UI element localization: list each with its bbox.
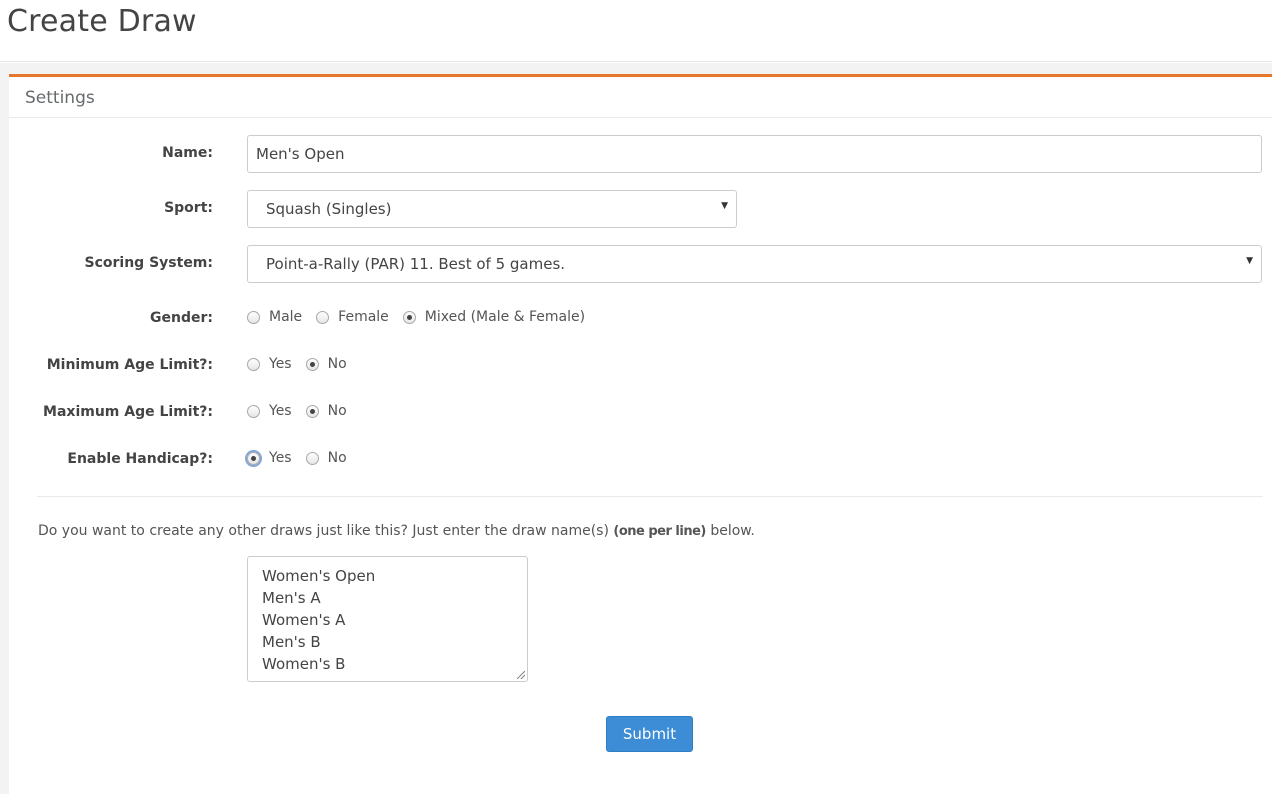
name-input[interactable] bbox=[247, 135, 1262, 173]
scoring-system-select[interactable]: Point-a-Rally (PAR) 11. Best of 5 games.… bbox=[247, 245, 1262, 283]
gender-female-label: Female bbox=[338, 309, 389, 325]
page-header: Create Draw bbox=[0, 0, 1272, 62]
handicap-no-radio[interactable] bbox=[305, 451, 319, 465]
textarea-line: Women's Open bbox=[262, 567, 376, 585]
settings-panel: Settings Name: Sport: Squash (Singles) ▼… bbox=[9, 74, 1272, 794]
textarea-line: Men's B bbox=[262, 633, 321, 651]
page-title: Create Draw bbox=[7, 4, 197, 39]
scoring-system-label: Scoring System: bbox=[84, 255, 213, 271]
other-draws-textarea[interactable]: Women's Open Men's A Women's A Men's B W… bbox=[247, 556, 528, 682]
min-age-yes-label: Yes bbox=[269, 356, 292, 372]
textarea-line: Men's A bbox=[262, 589, 321, 607]
gender-radio-group: Male Female Mixed (Male & Female) bbox=[247, 307, 599, 327]
handicap-yes-label: Yes bbox=[269, 450, 292, 466]
textarea-line: Women's A bbox=[262, 611, 346, 629]
min-age-no-radio[interactable] bbox=[305, 357, 319, 371]
gender-male-radio[interactable] bbox=[247, 310, 260, 324]
max-age-yes-radio[interactable] bbox=[247, 404, 260, 418]
handicap-yes-radio[interactable] bbox=[247, 451, 260, 465]
max-age-no-label: No bbox=[327, 403, 347, 419]
textarea-line: Women's B bbox=[262, 655, 346, 673]
sport-label: Sport: bbox=[164, 200, 213, 216]
gender-mixed-label: Mixed (Male & Female) bbox=[424, 309, 586, 325]
handicap-label: Enable Handicap?: bbox=[67, 451, 213, 467]
chevron-down-icon: ▼ bbox=[1246, 256, 1253, 266]
max-age-label: Maximum Age Limit?: bbox=[43, 404, 213, 420]
name-label: Name: bbox=[162, 145, 213, 161]
help-text-emphasis: (one per line) bbox=[613, 524, 706, 539]
gender-male-label: Male bbox=[269, 309, 303, 325]
help-text-suffix: below. bbox=[710, 523, 755, 539]
page-background bbox=[0, 63, 1272, 74]
resize-handle-icon[interactable] bbox=[517, 671, 525, 679]
chevron-down-icon: ▼ bbox=[721, 201, 728, 211]
min-age-yes-radio[interactable] bbox=[247, 357, 260, 371]
max-age-no-radio[interactable] bbox=[305, 404, 319, 418]
submit-button[interactable]: Submit bbox=[606, 716, 693, 752]
gender-mixed-radio[interactable] bbox=[402, 310, 416, 324]
min-age-label: Minimum Age Limit?: bbox=[46, 357, 213, 373]
gender-female-radio[interactable] bbox=[316, 310, 330, 324]
sport-select[interactable]: Squash (Singles) ▼ bbox=[247, 190, 737, 228]
min-age-radio-group: Yes No bbox=[247, 354, 361, 374]
gender-label: Gender: bbox=[150, 310, 213, 326]
scoring-system-select-value: Point-a-Rally (PAR) 11. Best of 5 games. bbox=[266, 255, 566, 273]
max-age-radio-group: Yes No bbox=[247, 401, 361, 421]
handicap-no-label: No bbox=[327, 450, 347, 466]
page-gutter bbox=[0, 63, 9, 794]
form-divider bbox=[37, 496, 1263, 497]
max-age-yes-label: Yes bbox=[269, 403, 292, 419]
min-age-no-label: No bbox=[327, 356, 347, 372]
help-text-prefix: Do you want to create any other draws ju… bbox=[38, 523, 609, 539]
panel-title: Settings bbox=[25, 88, 95, 108]
handicap-radio-group: Yes No bbox=[247, 448, 361, 468]
other-draws-help-text: Do you want to create any other draws ju… bbox=[38, 523, 755, 539]
panel-heading: Settings bbox=[9, 77, 1272, 118]
sport-select-value: Squash (Singles) bbox=[266, 200, 392, 218]
